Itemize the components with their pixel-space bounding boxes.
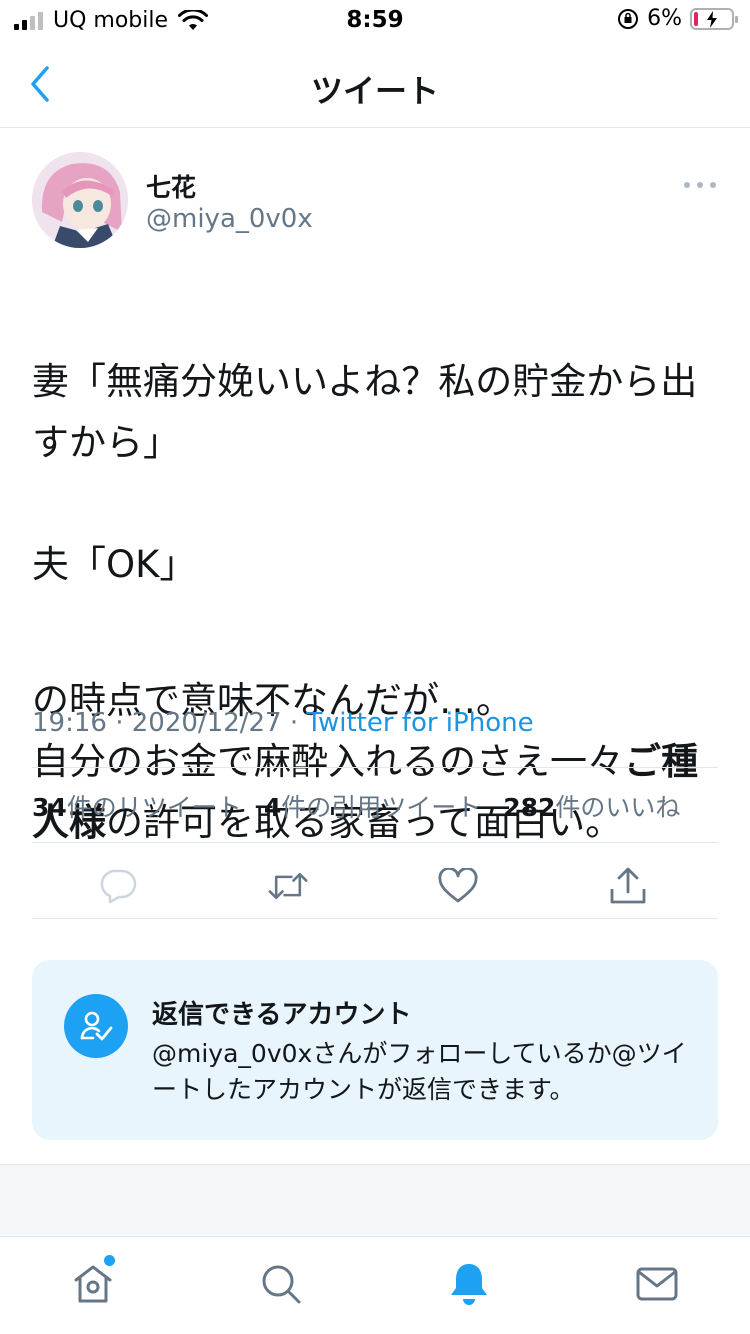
tab-home[interactable] xyxy=(68,1259,118,1309)
status-right: 6% xyxy=(617,6,738,31)
messages-icon xyxy=(636,1267,678,1301)
quotes-count: 4 xyxy=(263,793,282,822)
new-content-dot xyxy=(104,1255,115,1266)
search-icon xyxy=(262,1265,301,1304)
divider xyxy=(32,767,718,768)
retweet-icon xyxy=(268,872,308,900)
share-icon xyxy=(610,867,646,904)
tab-bar xyxy=(0,1236,750,1334)
likes-stat[interactable]: 282件のいいね xyxy=(503,788,680,824)
battery-percent: 6% xyxy=(647,6,682,31)
reply-restriction-card: 返信できるアカウント @miya_0v0xさんがフォローしているか@ツイートした… xyxy=(32,960,718,1140)
tweet-stats: 34件のリツイート 4件の引用ツイート 282件のいいね xyxy=(32,788,680,824)
reply-area xyxy=(0,1164,750,1236)
tweet-time: 19:16 xyxy=(32,708,107,738)
meta-separator: · xyxy=(115,708,124,738)
tweet-line: 夫「OK」 xyxy=(32,543,197,586)
tab-messages[interactable] xyxy=(632,1259,682,1309)
more-dot-icon xyxy=(684,182,690,188)
author-handle[interactable]: @miya_0v0x xyxy=(146,204,313,234)
tweet-date: 2020/12/27 xyxy=(131,708,282,738)
user-check-icon xyxy=(64,994,128,1058)
retweets-label: 件のリツイート xyxy=(66,793,242,822)
tab-search[interactable] xyxy=(256,1259,306,1309)
quotes-stat[interactable]: 4件の引用ツイート xyxy=(264,788,481,824)
more-options-button[interactable] xyxy=(684,170,716,200)
reply-icon xyxy=(100,869,137,904)
tweet-line: 自分のお金で麻酔入れるのさえ一々 xyxy=(32,740,624,783)
tweet-line: 妻「無痛分娩いいよね？私の貯金から出すから」 xyxy=(32,360,698,464)
retweet-button[interactable] xyxy=(268,866,308,906)
divider xyxy=(32,842,718,843)
avatar[interactable] xyxy=(32,152,128,248)
likes-count: 282 xyxy=(503,793,556,822)
more-dot-icon xyxy=(710,182,716,188)
tweet-source-link[interactable]: Twitter for iPhone xyxy=(306,708,533,738)
share-button[interactable] xyxy=(608,866,648,906)
divider xyxy=(32,918,718,919)
author-name[interactable]: 七花 xyxy=(146,168,196,204)
tab-notifications[interactable] xyxy=(444,1259,494,1309)
reply-button[interactable] xyxy=(98,866,138,906)
tweet-paragraph: の時点で意味不なんだが…。 自分のお金で麻酔入れるのさえ一々ご種人様の許可を取る… xyxy=(32,670,722,853)
more-dot-icon xyxy=(697,182,703,188)
card-title: 返信できるアカウント xyxy=(152,1000,412,1030)
card-body: @miya_0v0xさんがフォローしているか@ツイートしたアカウントが返信できま… xyxy=(152,1039,687,1104)
tweet-actions xyxy=(32,856,718,916)
notifications-icon xyxy=(451,1264,487,1305)
battery-icon xyxy=(690,7,738,30)
retweets-stat[interactable]: 34件のリツイート xyxy=(32,788,242,824)
orientation-lock-icon xyxy=(618,8,639,29)
retweets-count: 34 xyxy=(32,793,67,822)
avatar-image xyxy=(32,152,128,248)
heart-icon xyxy=(438,868,478,903)
meta-separator: · xyxy=(289,708,299,738)
like-button[interactable] xyxy=(438,866,478,906)
quotes-label: 件の引用ツイート xyxy=(281,793,482,822)
page-title: ツイート xyxy=(310,72,439,110)
tweet-meta: 19:16 · 2020/12/27 · Twitter for iPhone xyxy=(32,708,534,738)
home-icon xyxy=(74,1265,112,1303)
nav-header: ツイート xyxy=(0,40,750,128)
likes-label: 件のいいね xyxy=(555,793,681,822)
status-bar: UQ mobile 8:59 6% xyxy=(0,0,750,40)
